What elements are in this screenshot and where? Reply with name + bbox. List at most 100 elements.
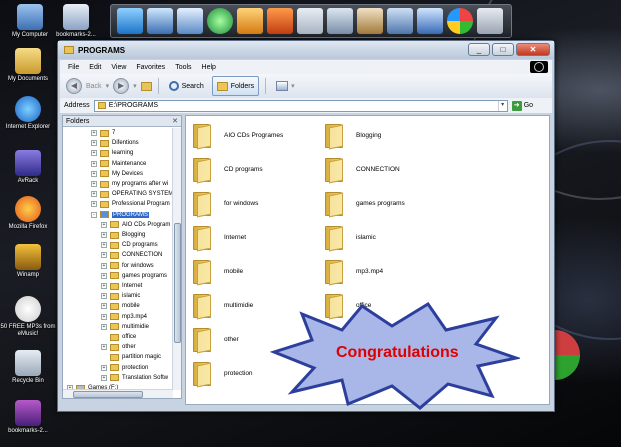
dock-calculator-icon[interactable] xyxy=(297,8,323,34)
expand-icon[interactable]: + xyxy=(91,201,97,208)
expand-icon[interactable]: + xyxy=(101,293,107,300)
tree-item[interactable]: + islamic xyxy=(101,291,140,301)
expand-icon[interactable]: + xyxy=(101,242,107,249)
tree-item[interactable]: + games programs xyxy=(101,271,167,281)
folder-item[interactable]: CD programs xyxy=(192,156,263,184)
expand-icon[interactable]: + xyxy=(101,283,107,290)
maximize-button[interactable]: □ xyxy=(492,43,514,56)
forward-dropdown-icon[interactable]: ▾ xyxy=(133,82,137,90)
tree-item[interactable]: - PROGRAMS xyxy=(91,210,150,220)
menu-edit[interactable]: Edit xyxy=(89,64,101,71)
search-button[interactable]: Search xyxy=(165,76,208,96)
expand-icon[interactable]: + xyxy=(91,170,97,177)
tree-item[interactable]: + multimidie xyxy=(101,322,149,332)
expand-icon[interactable]: + xyxy=(101,221,107,228)
tree-item[interactable]: + protection xyxy=(101,363,148,373)
close-button[interactable]: ✕ xyxy=(516,43,550,56)
tree-item[interactable]: + Translation Softw xyxy=(101,373,168,383)
expand-icon[interactable]: + xyxy=(91,160,97,167)
folder-item[interactable]: multimidie xyxy=(192,292,253,320)
expand-icon[interactable]: + xyxy=(101,374,107,381)
tree-item[interactable]: + My Devices xyxy=(91,169,143,179)
tree-item[interactable]: + other xyxy=(101,342,136,352)
address-dropdown-icon[interactable]: ▾ xyxy=(497,100,507,111)
desktop-icon-emusic[interactable]: 50 FREE MP3s from eMusic! xyxy=(0,296,56,338)
tree-item[interactable]: partition magic xyxy=(101,352,161,362)
tree-item[interactable]: + mobile xyxy=(101,301,140,311)
expand-icon[interactable]: + xyxy=(91,181,97,188)
folder-item[interactable]: Blogging xyxy=(324,122,381,150)
dock-brushes-icon[interactable] xyxy=(357,8,383,34)
dock-monitor-icon[interactable] xyxy=(417,8,443,34)
tree-item[interactable]: office xyxy=(101,332,136,342)
dock-tools-icon[interactable] xyxy=(327,8,353,34)
desktop-icon-internet-explorer[interactable]: Internet Explorer xyxy=(0,96,56,131)
dock-trash-icon[interactable] xyxy=(477,8,503,34)
folder-item[interactable]: Internet xyxy=(192,224,246,252)
dock-video-icon[interactable] xyxy=(267,8,293,34)
dock-windows-icon[interactable] xyxy=(447,8,473,34)
tree-item[interactable]: + OPERATING SYSTEMS xyxy=(91,189,173,199)
address-input[interactable]: E:\PROGRAMS ▾ xyxy=(93,99,508,112)
dock-document-icon[interactable] xyxy=(177,8,203,34)
tree-item[interactable]: + for windows xyxy=(101,261,154,271)
expand-icon[interactable]: + xyxy=(101,262,107,269)
expand-icon[interactable]: + xyxy=(101,364,107,371)
folder-item[interactable]: protection xyxy=(192,360,253,388)
desktop-icon-my-documents[interactable]: My Documents xyxy=(0,48,56,83)
tree-scroll-thumb[interactable] xyxy=(174,223,181,343)
tree-vertical-scrollbar[interactable] xyxy=(172,128,181,390)
menu-view[interactable]: View xyxy=(111,64,126,71)
expand-icon[interactable]: + xyxy=(91,140,97,147)
tree-item[interactable]: + Blogging xyxy=(101,230,145,240)
expand-icon[interactable]: + xyxy=(91,130,97,137)
tree-item[interactable]: + CD programs xyxy=(101,240,158,250)
close-pane-icon[interactable]: ✕ xyxy=(172,116,178,127)
expand-icon[interactable]: + xyxy=(101,323,107,330)
tree-item[interactable]: + Professional Program xyxy=(91,199,170,209)
expand-icon[interactable]: + xyxy=(101,313,107,320)
up-folder-icon[interactable] xyxy=(140,81,152,91)
tree-item[interactable]: + AIO CDs Program xyxy=(101,220,170,230)
collapse-icon[interactable]: - xyxy=(91,211,97,218)
folder-item[interactable]: other xyxy=(192,326,239,354)
expand-icon[interactable]: + xyxy=(91,191,97,198)
tree-hscroll-thumb[interactable] xyxy=(73,391,143,398)
folder-item[interactable]: mobile xyxy=(192,258,243,286)
dock-media-icon[interactable] xyxy=(237,8,263,34)
dock-globe-icon[interactable] xyxy=(207,8,233,34)
expand-icon[interactable]: + xyxy=(101,303,107,310)
tree-item[interactable]: + Difentions xyxy=(91,138,139,148)
dock-network-icon[interactable] xyxy=(147,8,173,34)
go-button[interactable]: ➜ Go xyxy=(511,100,537,111)
menu-file[interactable]: File xyxy=(68,64,79,71)
folders-button[interactable]: Folders xyxy=(211,76,260,96)
menu-tools[interactable]: Tools xyxy=(175,64,191,71)
tree-item[interactable]: +7 xyxy=(91,128,115,138)
tree-item[interactable]: + Maintenance xyxy=(91,159,146,169)
folder-item[interactable]: mp3.mp4 xyxy=(324,258,383,286)
expand-icon[interactable]: + xyxy=(91,150,97,157)
desktop-icon-bookmarks-2[interactable]: bookmarks-2... xyxy=(0,400,56,435)
back-button-label[interactable]: Back xyxy=(86,83,102,90)
dock-settings-icon[interactable] xyxy=(387,8,413,34)
expand-icon[interactable]: + xyxy=(101,252,107,259)
menu-favorites[interactable]: Favorites xyxy=(136,64,165,71)
folder-item[interactable]: islamic xyxy=(324,224,376,252)
menu-help[interactable]: Help xyxy=(202,64,216,71)
desktop-icon-winamp[interactable]: Winamp xyxy=(0,244,56,279)
expand-icon[interactable]: + xyxy=(101,344,107,351)
tree-item[interactable]: + CONNECTION xyxy=(101,250,162,260)
back-dropdown-icon[interactable]: ▾ xyxy=(106,82,110,90)
expand-icon[interactable]: + xyxy=(101,232,107,239)
desktop-icon-mozilla-firefox[interactable]: Mozilla Firefox xyxy=(0,196,56,231)
folder-item[interactable]: AIO CDs Programes xyxy=(192,122,283,150)
tree-horizontal-scrollbar[interactable] xyxy=(63,389,173,398)
expand-icon[interactable]: + xyxy=(101,272,107,279)
forward-arrow-icon[interactable]: ▶ xyxy=(113,78,130,94)
folder-item[interactable]: CONNECTION xyxy=(324,156,400,184)
folder-item[interactable]: for windows xyxy=(192,190,258,218)
tree-item[interactable]: + mp3.mp4 xyxy=(101,312,147,322)
title-bar[interactable]: PROGRAMS _ □ ✕ xyxy=(58,41,554,59)
views-button[interactable]: ▾ xyxy=(272,76,299,96)
